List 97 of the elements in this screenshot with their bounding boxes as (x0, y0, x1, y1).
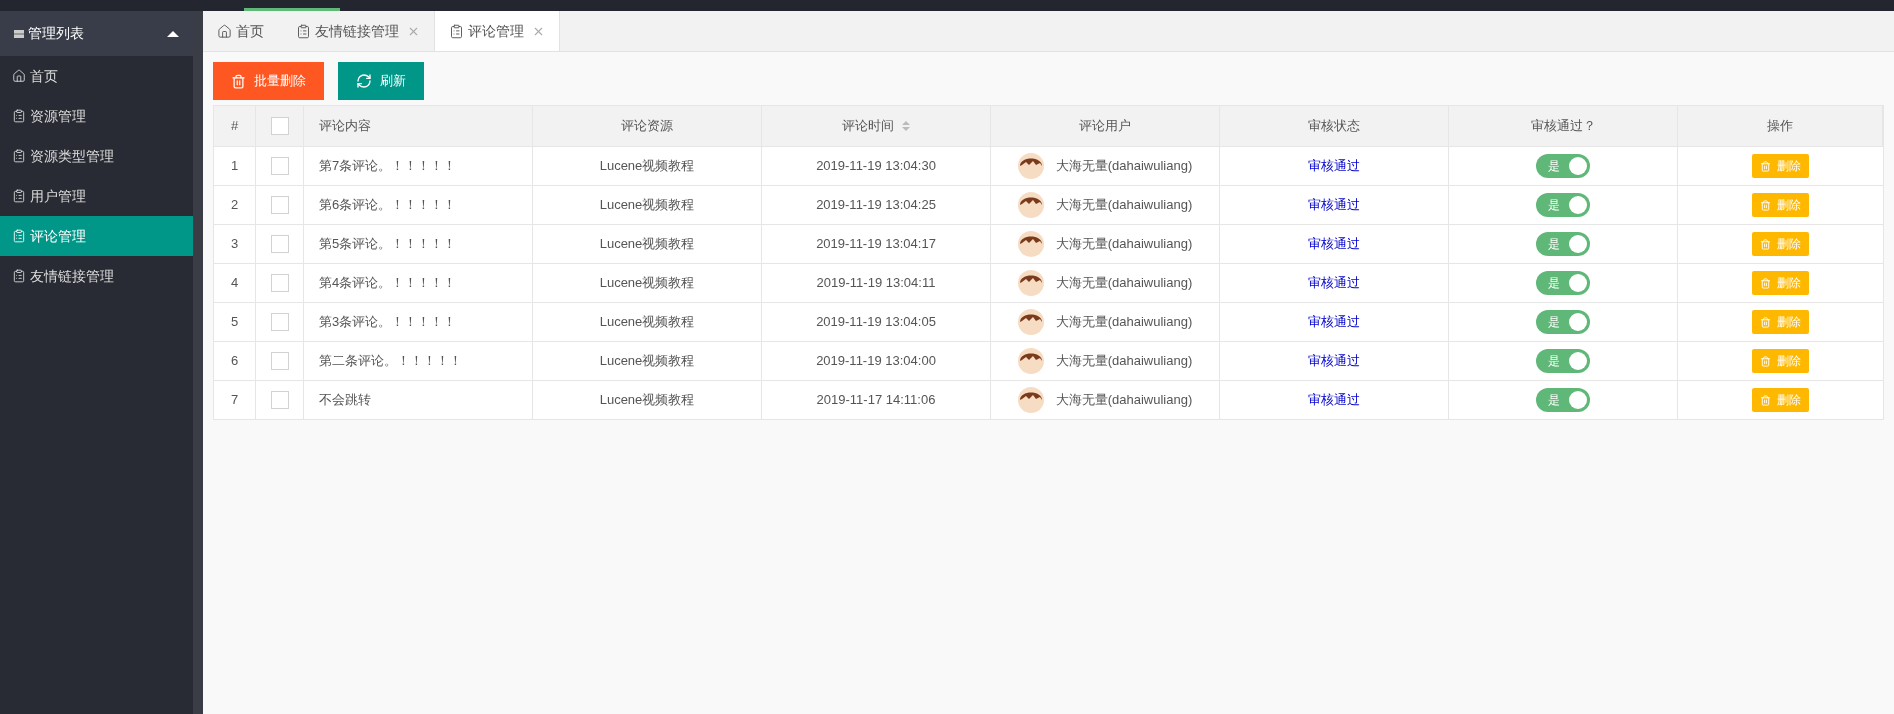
checkbox[interactable] (270, 117, 289, 135)
table-cell-text: Lucene视频教程 (599, 391, 695, 410)
avatar (1017, 309, 1044, 335)
trash-icon (1760, 316, 1771, 328)
trash-icon (1760, 199, 1771, 211)
user-name: 大海无量(dahaiwuliang) (1055, 391, 1193, 410)
status-link[interactable]: 审核通过 (1308, 156, 1360, 176)
table-cell-text: 不会跳转 (319, 391, 371, 410)
status-link[interactable]: 审核通过 (1308, 312, 1360, 332)
table-cell-text: 2019-11-19 13:04:30 (816, 157, 936, 176)
refresh-button[interactable]: 刷新 (338, 62, 424, 100)
trash-icon (1760, 355, 1771, 367)
column-header: 操作 (1767, 117, 1793, 136)
checkbox[interactable] (270, 196, 289, 214)
row-number: 4 (230, 274, 239, 293)
trash-icon (1760, 238, 1771, 250)
column-header: 审核状态 (1308, 117, 1360, 136)
status-link[interactable]: 审核通过 (1308, 234, 1360, 254)
row-number: 5 (230, 313, 239, 332)
table-cell-text: 第7条评论。！！！！！ (319, 157, 457, 176)
home-icon (12, 69, 26, 83)
tab[interactable]: 友情链接管理 (282, 11, 434, 51)
menu-icon (14, 29, 24, 38)
avatar (1017, 153, 1044, 179)
sidebar-item[interactable]: 资源管理 (0, 96, 193, 136)
table-cell-text: 2019-11-19 13:04:05 (816, 313, 936, 332)
table-cell-text: 第二条评论。！！！！！ (319, 352, 462, 371)
column-header: 评论内容 (319, 117, 371, 136)
trash-icon (1760, 160, 1771, 172)
status-link[interactable]: 审核通过 (1308, 390, 1360, 410)
user-name: 大海无量(dahaiwuliang) (1055, 196, 1193, 215)
sort-icon[interactable] (902, 121, 910, 131)
home-icon (217, 23, 232, 39)
status-link[interactable]: 审核通过 (1308, 273, 1360, 293)
status-link[interactable]: 审核通过 (1308, 351, 1360, 371)
table-cell-text: Lucene视频教程 (599, 352, 695, 371)
sidebar-item[interactable]: 首页 (0, 56, 193, 96)
table-cell-text: 第3条评论。！！！！！ (319, 313, 457, 332)
table-cell-text: Lucene视频教程 (599, 196, 695, 215)
table-cell-text: 2019-11-19 13:04:25 (816, 196, 936, 215)
row-number: 6 (230, 352, 239, 371)
clipboard-icon (12, 189, 26, 203)
row-number: 2 (230, 196, 239, 215)
table-cell-text: 2019-11-19 13:04:17 (816, 235, 936, 254)
trash-icon (231, 73, 246, 89)
avatar (1017, 231, 1044, 257)
sidebar-item[interactable]: 用户管理 (0, 176, 193, 216)
row-number: 3 (230, 235, 239, 254)
column-header: 审核通过？ (1530, 117, 1596, 136)
table-cell-text: 2019-11-19 13:04:00 (816, 352, 936, 371)
column-header[interactable]: 评论时间 (842, 116, 910, 136)
user-name: 大海无量(dahaiwuliang) (1055, 157, 1193, 176)
clipboard-icon (12, 229, 26, 243)
avatar (1017, 270, 1044, 296)
table-cell-text: 第6条评论。！！！！！ (319, 196, 457, 215)
clipboard-icon (12, 109, 26, 123)
user-name: 大海无量(dahaiwuliang) (1055, 235, 1193, 254)
refresh-icon (356, 73, 372, 89)
checkbox[interactable] (270, 235, 289, 253)
table-cell-text: 第4条评论。！！！！！ (319, 274, 457, 293)
user-name: 大海无量(dahaiwuliang) (1055, 274, 1193, 293)
trash-icon (1760, 277, 1771, 289)
avatar (1017, 192, 1044, 218)
sidebar-header[interactable]: 管理列表 (0, 11, 193, 56)
clipboard-icon (449, 23, 464, 39)
trash-icon (1760, 394, 1771, 406)
table-cell-text: 2019-11-17 14:11:06 (816, 391, 936, 410)
status-link[interactable]: 审核通过 (1308, 195, 1360, 215)
clipboard-icon (12, 149, 26, 163)
avatar (1017, 387, 1044, 413)
row-number: 1 (230, 157, 239, 176)
table-cell-text: Lucene视频教程 (599, 157, 695, 176)
table-cell-text: 2019-11-19 13:04:11 (816, 274, 936, 293)
column-header: # (230, 117, 239, 136)
clipboard-icon (296, 23, 311, 39)
user-name: 大海无量(dahaiwuliang) (1055, 352, 1193, 371)
column-header: 评论资源 (621, 117, 673, 136)
table-cell-text: Lucene视频教程 (599, 274, 695, 293)
table-cell-text: Lucene视频教程 (599, 313, 695, 332)
sidebar-item[interactable]: 资源类型管理 (0, 136, 193, 176)
column-header: 评论用户 (1079, 117, 1131, 136)
table-cell-text: 第5条评论。！！！！！ (319, 235, 457, 254)
checkbox[interactable] (270, 391, 289, 409)
checkbox[interactable] (270, 157, 289, 175)
user-name: 大海无量(dahaiwuliang) (1055, 313, 1193, 332)
sidebar-title: 管理列表 (28, 24, 85, 43)
checkbox[interactable] (270, 274, 289, 292)
row-number: 7 (230, 391, 239, 410)
clipboard-icon (12, 269, 26, 283)
checkbox[interactable] (270, 352, 289, 370)
tab[interactable]: 评论管理 (434, 11, 560, 51)
sidebar-item[interactable]: 友情链接管理 (0, 256, 193, 296)
checkbox[interactable] (270, 313, 289, 331)
tab[interactable]: 首页 (203, 11, 282, 51)
avatar (1017, 348, 1044, 374)
table-cell-text: Lucene视频教程 (599, 235, 695, 254)
sidebar-item[interactable]: 评论管理 (0, 216, 193, 256)
